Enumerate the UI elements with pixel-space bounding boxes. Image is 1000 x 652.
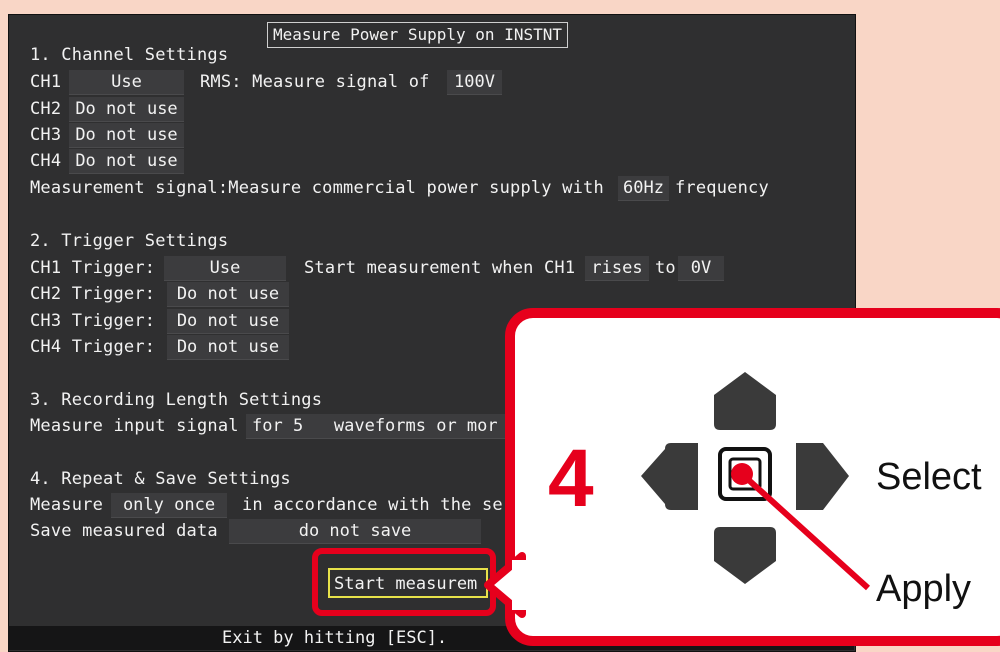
right-arrow-key-icon[interactable] — [796, 443, 849, 510]
callout-pointer-mask — [512, 560, 530, 610]
left-arrow-key-icon[interactable] — [641, 443, 698, 510]
up-arrow-key-icon[interactable] — [714, 372, 776, 430]
apply-label: Apply — [876, 568, 972, 610]
press-point-icon — [731, 463, 753, 485]
step-number: 4 — [548, 433, 594, 524]
callout-graphics — [484, 372, 871, 618]
select-label: Select — [876, 456, 982, 498]
down-arrow-key-icon[interactable] — [714, 527, 776, 584]
